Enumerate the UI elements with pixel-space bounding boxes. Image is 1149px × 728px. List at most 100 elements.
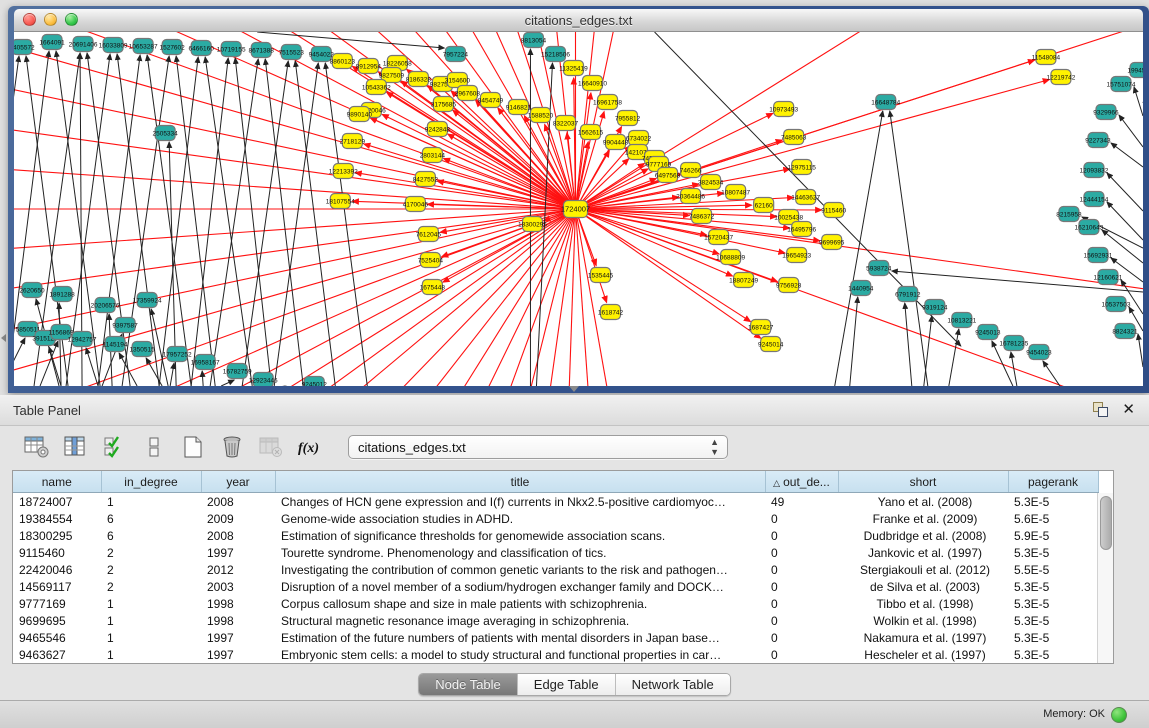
table-row[interactable]: 2242004622012Investigating the contribut… — [13, 561, 1098, 578]
node-table[interactable]: namein_degreeyeartitle△out_de...shortpag… — [13, 471, 1099, 663]
table-cell[interactable]: 9463627 — [13, 646, 101, 663]
network-node[interactable]: 1350515 — [129, 342, 155, 357]
table-cell[interactable]: Disruption of a novel member of a sodium… — [275, 578, 765, 595]
table-mode-icon[interactable] — [22, 433, 52, 461]
table-cell[interactable]: 6 — [101, 527, 201, 544]
table-cell[interactable]: 1 — [101, 612, 201, 629]
network-node[interactable]: 7955812 — [615, 111, 641, 126]
minimize-button[interactable] — [44, 13, 57, 26]
network-node[interactable]: 8427552 — [413, 172, 439, 187]
table-cell[interactable]: Changes of HCN gene expression and I(f) … — [275, 493, 765, 511]
function-builder-icon[interactable]: f(x) — [295, 433, 325, 461]
network-node[interactable]: 1687427 — [748, 320, 774, 335]
network-node[interactable]: 6497568 — [655, 168, 681, 183]
network-node[interactable]: 3824534 — [698, 175, 724, 190]
network-node[interactable]: 19654923 — [782, 248, 811, 263]
table-cell[interactable]: 1997 — [201, 544, 275, 561]
table-cell[interactable]: 0 — [765, 595, 838, 612]
network-node[interactable]: 6734022 — [626, 131, 652, 146]
network-node[interactable]: 1527602 — [159, 40, 185, 55]
tab-network-table[interactable]: Network Table — [616, 674, 730, 695]
network-node[interactable]: 10973493 — [769, 102, 798, 117]
network-node[interactable]: 1588520 — [528, 108, 554, 123]
table-cell[interactable]: Hescheler et al. (1997) — [838, 646, 1008, 663]
table-cell[interactable]: 0 — [765, 612, 838, 629]
table-cell[interactable]: Investigating the contribution of common… — [275, 561, 765, 578]
table-cell[interactable]: 18300295 — [13, 527, 101, 544]
table-cell[interactable]: 0 — [765, 527, 838, 544]
network-node[interactable]: 16782759 — [223, 364, 252, 379]
table-cell[interactable]: 9777169 — [13, 595, 101, 612]
network-node[interactable]: 11548084 — [1032, 50, 1061, 65]
table-cell[interactable]: Corpus callosum shape and size in male p… — [275, 595, 765, 612]
network-node[interactable]: 2803144 — [420, 148, 446, 163]
table-cell[interactable]: 9699695 — [13, 612, 101, 629]
network-node[interactable]: 11325419 — [559, 61, 588, 76]
show-columns-icon[interactable] — [61, 433, 91, 461]
table-cell[interactable]: 2008 — [201, 493, 275, 511]
table-cell[interactable]: 5.3E-5 — [1008, 578, 1098, 595]
network-node[interactable]: 6791912 — [895, 287, 921, 302]
network-node[interactable]: 5938724 — [866, 261, 892, 276]
network-node[interactable]: 9245013 — [975, 325, 1001, 340]
network-node[interactable]: 9699695 — [819, 235, 845, 250]
table-cell[interactable]: 6 — [101, 510, 201, 527]
table-cell[interactable]: de Silva et al. (2003) — [838, 578, 1008, 595]
table-cell[interactable]: 22420046 — [13, 561, 101, 578]
table-cell[interactable]: 2009 — [201, 510, 275, 527]
network-node[interactable]: 18807249 — [729, 273, 758, 288]
network-node[interactable]: 2505334 — [152, 126, 178, 141]
network-node[interactable]: 8912954 — [356, 59, 382, 74]
table-cell[interactable]: 0 — [765, 646, 838, 663]
close-button[interactable] — [23, 13, 36, 26]
network-node[interactable]: 7515523 — [279, 45, 305, 60]
table-cell[interactable]: Genome-wide association studies in ADHD. — [275, 510, 765, 527]
column-header-title[interactable]: title — [275, 471, 765, 493]
panel-splitter[interactable] — [569, 386, 579, 392]
network-node[interactable]: 8813054 — [521, 33, 547, 48]
network-node[interactable]: 12219742 — [1046, 70, 1075, 85]
table-cell[interactable]: Estimation of the future numbers of pati… — [275, 629, 765, 646]
column-header-in_degree[interactable]: in_degree — [101, 471, 201, 493]
network-node[interactable]: 7525404 — [418, 253, 444, 268]
table-cell[interactable]: 5.3E-5 — [1008, 612, 1098, 629]
table-cell[interactable]: Yano et al. (2008) — [838, 493, 1008, 511]
delete-column-icon[interactable] — [217, 433, 247, 461]
table-cell[interactable]: 5.3E-5 — [1008, 629, 1098, 646]
network-node[interactable]: 8860123 — [330, 54, 356, 69]
table-cell[interactable]: Estimation of significance thresholds fo… — [275, 527, 765, 544]
network-node[interactable]: 9319124 — [922, 300, 948, 315]
table-cell[interactable]: Wolkin et al. (1998) — [838, 612, 1008, 629]
select-rows-icon[interactable] — [100, 433, 130, 461]
table-cell[interactable]: 1 — [101, 493, 201, 511]
table-cell[interactable]: 5.9E-5 — [1008, 527, 1098, 544]
network-node[interactable]: 9454023 — [1026, 345, 1052, 360]
network-node[interactable]: 12444154 — [1079, 192, 1108, 207]
network-node[interactable]: 15720437 — [704, 230, 733, 245]
table-row[interactable]: 1938455462009Genome-wide association stu… — [13, 510, 1098, 527]
network-node[interactable]: 62160 — [754, 198, 774, 213]
network-node[interactable]: 9904448 — [603, 135, 629, 150]
network-node[interactable]: 9890140 — [347, 107, 373, 122]
network-node[interactable]: 16648784 — [871, 95, 900, 110]
table-cell[interactable]: Jankovic et al. (1997) — [838, 544, 1008, 561]
network-node[interactable]: 1994556 — [1127, 63, 1143, 78]
table-cell[interactable]: 2003 — [201, 578, 275, 595]
table-cell[interactable]: 9465546 — [13, 629, 101, 646]
network-node[interactable]: 1675448 — [420, 280, 446, 295]
network-node[interactable]: 6466160 — [189, 41, 215, 56]
table-row[interactable]: 1872400712008Changes of HCN gene express… — [13, 493, 1098, 511]
network-canvas[interactable]: 2405572166409120691406160338091065328715… — [14, 32, 1143, 386]
network-node[interactable]: 8671388 — [249, 43, 275, 58]
network-node[interactable]: 8186328 — [406, 72, 432, 87]
table-cell[interactable]: Stergiakouli et al. (2012) — [838, 561, 1008, 578]
network-node[interactable]: 1535445 — [588, 268, 614, 283]
table-cell[interactable]: Nakamura et al. (1997) — [838, 629, 1008, 646]
table-cell[interactable]: Franke et al. (2009) — [838, 510, 1008, 527]
network-node[interactable]: 16781235 — [999, 336, 1028, 351]
table-cell[interactable]: 1998 — [201, 595, 275, 612]
network-node[interactable]: 2718129 — [340, 134, 366, 149]
network-node[interactable]: 8824321 — [1112, 324, 1138, 339]
network-node[interactable]: 12975115 — [787, 160, 816, 175]
network-node[interactable]: 2405572 — [14, 40, 35, 55]
